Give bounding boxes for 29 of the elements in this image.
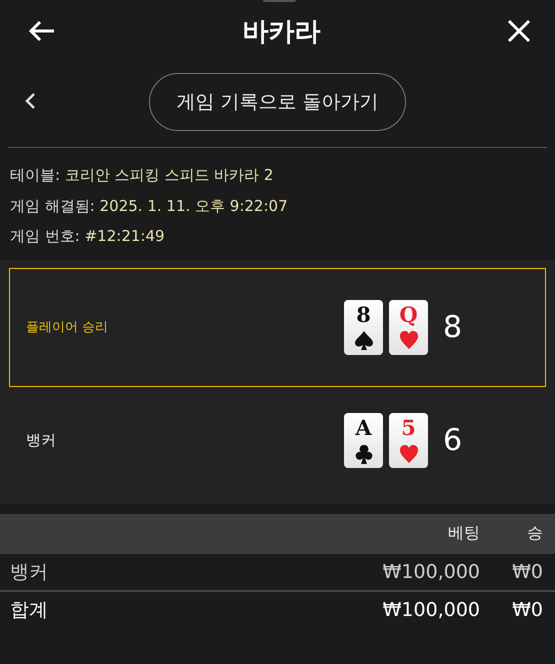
playing-card: Q xyxy=(389,300,428,354)
hand-label: 플레이어 승리 xyxy=(26,319,110,336)
table-cell-text: ₩0 xyxy=(511,598,543,620)
back-to-history-button[interactable]: 게임 기록으로 돌아가기 xyxy=(149,72,406,130)
table-cell-text: 뱅커 xyxy=(10,560,49,584)
table-cell-text: 합계 xyxy=(10,598,49,622)
table-cell-text: ₩100,000 xyxy=(382,560,480,582)
info-line: 게임 번호: #12:21:49 xyxy=(10,226,166,247)
heart-icon xyxy=(398,330,418,350)
info-line: 테이블: 코리안 스피킹 스피드 바카라 2 xyxy=(10,165,274,186)
info-line: 게임 해결됨: 2025. 1. 11. 오후 9:22:07 xyxy=(10,196,289,216)
window-title: 바카라 xyxy=(242,16,320,48)
hand-total: 6 xyxy=(443,423,462,458)
column-header: 베팅 xyxy=(447,523,480,544)
heart-icon xyxy=(398,444,418,464)
playing-card: 5 xyxy=(389,413,428,468)
hand-label: 뱅커 xyxy=(26,431,57,450)
drag-handle[interactable] xyxy=(263,0,296,2)
column-header: 승 xyxy=(526,523,543,544)
playing-card: 8 xyxy=(344,300,383,354)
table-cell-text: ₩0 xyxy=(511,560,543,582)
close-icon[interactable] xyxy=(507,19,531,43)
hand-total: 8 xyxy=(443,310,462,344)
back-arrow-icon[interactable] xyxy=(28,20,56,42)
spade-icon xyxy=(354,330,374,350)
club-icon xyxy=(354,444,374,464)
chevron-left-icon[interactable] xyxy=(24,92,36,110)
playing-card: A xyxy=(344,413,383,468)
table-cell-text: ₩100,000 xyxy=(382,598,480,620)
